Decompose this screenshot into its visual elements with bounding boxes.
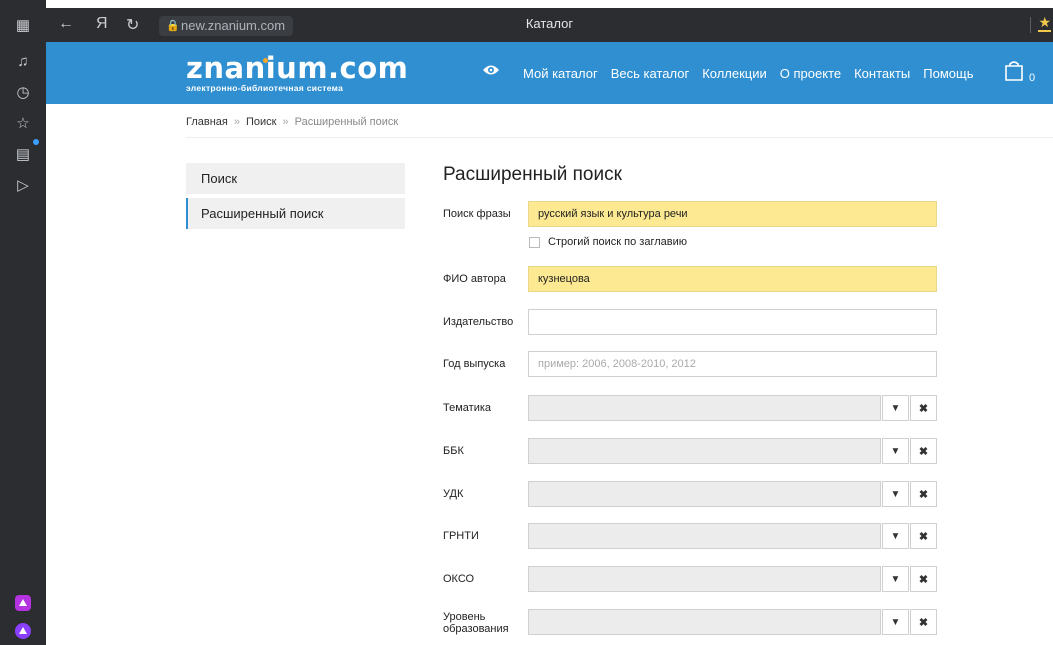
grnti-select[interactable]: ▼ ✖ [528,523,937,549]
site-logo[interactable]: znanium.com электронно-библиотечная сист… [186,51,409,94]
udk-select-box[interactable] [528,481,881,507]
grnti-label: ГРНТИ [443,530,479,542]
logo-dot [263,58,268,63]
publisher-input[interactable] [528,309,937,335]
breadcrumb-current: Расширенный поиск [294,116,399,128]
history-clock-icon[interactable]: ◷ [12,81,34,103]
breadcrumb: Главная » Поиск » Расширенный поиск [186,116,398,128]
bbk-label: ББК [443,445,464,457]
okso-select-box[interactable] [528,566,881,592]
breadcrumb-separator-icon: » [282,116,289,128]
clear-x-icon[interactable]: ✖ [910,481,937,507]
nav-help[interactable]: Помощь [923,66,973,81]
clear-x-icon[interactable]: ✖ [910,566,937,592]
page-title: Расширенный поиск [443,164,622,185]
okso-select[interactable]: ▼ ✖ [528,566,937,592]
udk-label: УДК [443,488,464,500]
apps-grid-icon[interactable]: ▦ [12,14,34,36]
bookmark-star-icon[interactable]: ★ [1038,14,1051,32]
bbk-select[interactable]: ▼ ✖ [528,438,937,464]
topic-select-box[interactable] [528,395,881,421]
caret-down-icon[interactable]: ▼ [882,438,909,464]
browser-toolbar: ← Я ↻ 🔒 new.znanium.com Каталог ★ [46,8,1053,42]
browser-window: ▦ ♫ ◷ ☆ ▤ ▷ ← Я ↻ 🔒 new.znanium.com Ката… [0,0,1053,645]
alice-voice-icon[interactable] [12,620,34,642]
edu-level-select[interactable]: ▼ ✖ [528,609,937,635]
side-item-advanced-search[interactable]: Расширенный поиск [186,198,405,229]
nav-about[interactable]: О проекте [780,66,841,81]
tab-title: Каталог [525,16,574,31]
breadcrumb-search[interactable]: Поиск [246,116,276,128]
edu-level-select-box[interactable] [528,609,881,635]
notification-dot [33,139,39,145]
bookmarks-star-icon[interactable]: ☆ [12,112,34,134]
year-input[interactable]: пример: 2006, 2008-2010, 2012 [528,351,937,377]
udk-select[interactable]: ▼ ✖ [528,481,937,507]
topic-label: Тематика [443,402,492,414]
okso-label: ОКСО [443,573,475,585]
phrase-label: Поиск фразы [443,208,511,220]
strict-search-label: Строгий поиск по заглавию [548,236,687,248]
cart-bag-icon[interactable] [1004,60,1024,82]
logo-text: znanium.com [186,51,409,85]
browser-sidebar: ▦ ♫ ◷ ☆ ▤ ▷ [0,0,46,645]
phrase-input[interactable]: русский язык и культура речи [528,201,937,227]
clear-x-icon[interactable]: ✖ [910,609,937,635]
breadcrumb-home[interactable]: Главная [186,116,228,128]
nav-contacts[interactable]: Контакты [854,66,910,81]
strict-search-checkbox[interactable] [529,237,540,248]
top-strip [46,0,1053,8]
clear-x-icon[interactable]: ✖ [910,395,937,421]
eye-icon[interactable] [482,64,500,76]
cart-count: 0 [1029,72,1036,84]
main-nav: Мой каталог Весь каталог Коллекции О про… [523,66,986,81]
author-input[interactable]: кузнецова [528,266,937,292]
caret-down-icon[interactable]: ▼ [882,609,909,635]
toolbar-divider [1030,17,1031,33]
clear-x-icon[interactable]: ✖ [910,438,937,464]
clear-x-icon[interactable]: ✖ [910,523,937,549]
author-label: ФИО автора [443,273,506,285]
breadcrumb-separator-icon: » [233,116,240,128]
topic-select[interactable]: ▼ ✖ [528,395,937,421]
edu-level-label: Уровень образования [443,611,509,635]
site-header: znanium.com электронно-библиотечная сист… [46,42,1053,104]
bbk-select-box[interactable] [528,438,881,464]
caret-down-icon[interactable]: ▼ [882,566,909,592]
nav-full-catalog[interactable]: Весь каталог [611,66,689,81]
alice-app-icon[interactable] [12,592,34,614]
search-side-menu: Поиск Расширенный поиск [186,163,405,233]
bell-icon[interactable]: ♫ [12,50,34,72]
publisher-label: Издательство [443,316,514,328]
caret-down-icon[interactable]: ▼ [882,481,909,507]
nav-my-catalog[interactable]: Мой каталог [523,66,598,81]
play-circle-icon[interactable]: ▷ [12,174,34,196]
nav-collections[interactable]: Коллекции [702,66,767,81]
caret-down-icon[interactable]: ▼ [882,395,909,421]
caret-down-icon[interactable]: ▼ [882,523,909,549]
collections-icon[interactable]: ▤ [12,143,34,165]
divider [186,137,1053,138]
grnti-select-box[interactable] [528,523,881,549]
side-item-search[interactable]: Поиск [186,163,405,194]
year-label: Год выпуска [443,358,506,370]
